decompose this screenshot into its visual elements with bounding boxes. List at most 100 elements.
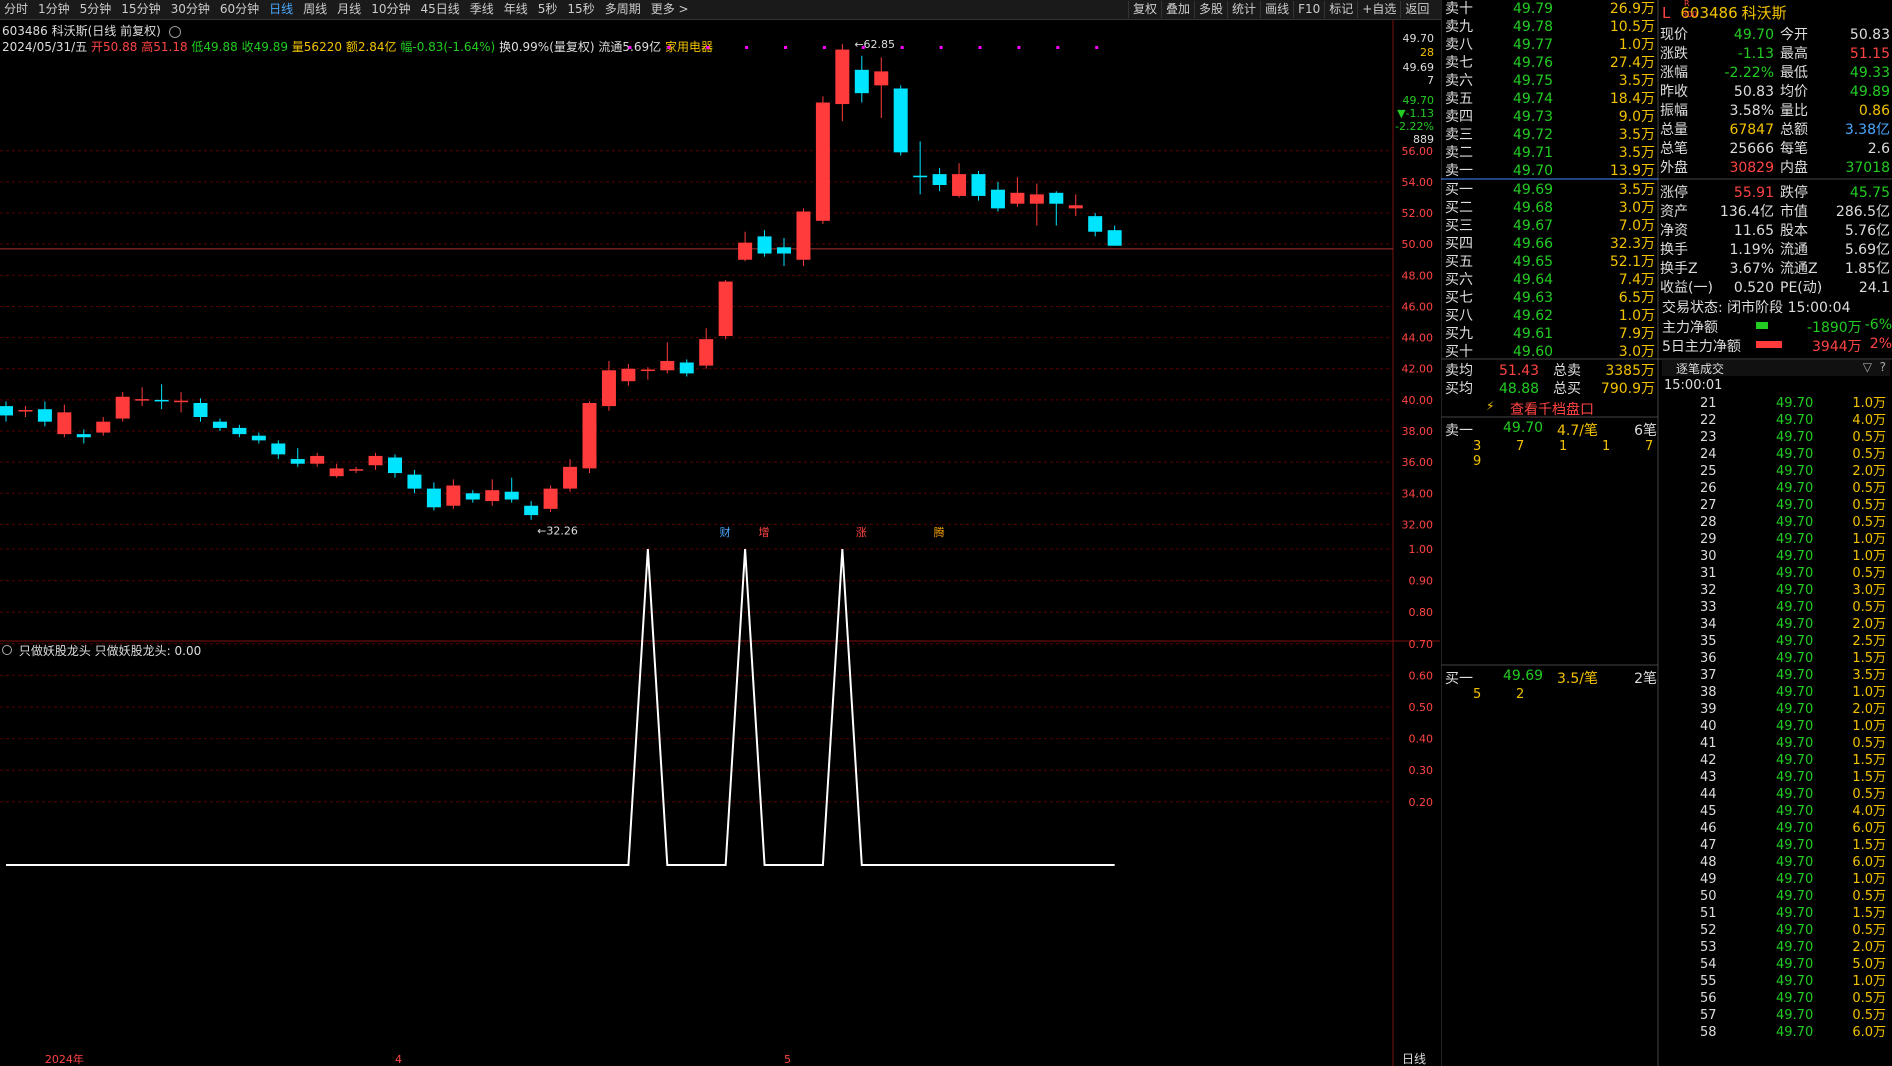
candle-body [893, 88, 908, 153]
candle-body [1029, 194, 1044, 204]
ask-row: 卖六 49.75 3.5万 [1445, 72, 1655, 90]
candle-body [426, 488, 441, 508]
bid-label: 买四 [1445, 236, 1473, 252]
price-tick-label: 42.00 [1402, 363, 1434, 376]
candle-body [232, 427, 247, 435]
tick-seq: 32 [1700, 583, 1717, 598]
tick-volume: 2.0万 [1852, 617, 1886, 632]
candle-body [290, 459, 305, 464]
period-tab[interactable]: 5秒 [538, 2, 558, 17]
tool-button[interactable]: 多股 [1194, 1, 1227, 18]
tick-price: 49.70 [1776, 906, 1814, 921]
tick-volume: 2.0万 [1852, 940, 1886, 955]
tool-button[interactable]: 复权 [1128, 1, 1161, 18]
stats-label: 市值 [1780, 204, 1808, 220]
tool-button[interactable]: 标记 [1324, 1, 1357, 18]
stats-row: 涨幅 -2.22% 最低 49.33 [1660, 64, 1892, 82]
tick-seq: 24 [1700, 447, 1717, 462]
tool-button[interactable]: 统计 [1227, 1, 1260, 18]
tick-seq: 45 [1700, 804, 1717, 819]
candle-body [504, 491, 519, 500]
stats-label: 总额 [1780, 122, 1808, 138]
tick-seq: 26 [1700, 481, 1717, 496]
period-tab[interactable]: 5分钟 [80, 2, 112, 17]
bid-row: 买四 49.66 32.3万 [1445, 235, 1655, 253]
bid-price: 49.61 [1513, 326, 1554, 342]
indicator-tick-label: 0.40 [1409, 733, 1434, 746]
tick-seq: 27 [1700, 498, 1717, 513]
stats-row: 净资 11.65 股本 5.76亿 [1660, 222, 1892, 240]
stats-value: 1.85亿 [1844, 261, 1890, 277]
price-tick-label: 38.00 [1402, 425, 1434, 438]
period-tab[interactable]: 60分钟 [220, 2, 259, 17]
ask-price: 49.78 [1513, 19, 1554, 35]
bid-price: 49.68 [1513, 200, 1554, 216]
tick-list-header: 逐笔成交 ▽? [1662, 360, 1890, 376]
stats-label: 资产 [1660, 204, 1688, 220]
candle-body [174, 400, 189, 403]
period-tab[interactable]: 周线 [303, 2, 327, 17]
stats-label: 内盘 [1780, 160, 1808, 176]
tool-button[interactable]: F10 [1293, 1, 1324, 18]
period-tab[interactable]: 10分钟 [371, 2, 410, 17]
stats-value: 11.65 [1733, 223, 1774, 239]
tick-seq: 57 [1700, 1008, 1717, 1023]
period-tab[interactable]: 45日线 [420, 2, 459, 17]
tick-price: 49.70 [1776, 685, 1814, 700]
candle-body [718, 281, 733, 337]
buy-queue-label: 买一 [1445, 671, 1473, 687]
tick-price: 49.70 [1776, 498, 1814, 513]
help-icon[interactable]: ? [1880, 360, 1886, 374]
period-tab[interactable]: 年线 [504, 2, 528, 17]
tool-button[interactable]: 返回 [1400, 1, 1433, 18]
bid-volume: 3.5万 [1618, 182, 1655, 198]
candle-body [563, 466, 578, 489]
ask-row: 卖三 49.72 3.5万 [1445, 126, 1655, 144]
bid-row: 买三 49.67 7.0万 [1445, 217, 1655, 235]
tick-volume: 0.5万 [1852, 736, 1886, 751]
kline-svg[interactable]: 56.00 54.00 52.00 50.00 48.00 46.00 44.00 42.00… [0, 20, 1440, 1066]
tick-row: 44 49.70 0.5万 [1660, 786, 1892, 803]
period-tab[interactable]: 更多 > [651, 2, 689, 17]
tick-volume: 1.0万 [1852, 872, 1886, 887]
bid-price: 49.64 [1513, 272, 1554, 288]
kline-chart-area[interactable]: 603486 科沃斯(日线 前复权) 2024/05/31/五 开50.88 高… [0, 20, 1440, 1066]
tick-row: 39 49.70 2.0万 [1660, 701, 1892, 718]
period-tab[interactable]: 15秒 [567, 2, 594, 17]
tool-button[interactable]: 叠加 [1161, 1, 1194, 18]
candle-body [271, 443, 286, 455]
tick-seq: 36 [1700, 651, 1717, 666]
bid-row: 买一 49.69 3.5万 [1445, 181, 1655, 199]
price-axis-top-label: -2.22% [1395, 120, 1434, 133]
bid-volume: 7.9万 [1618, 326, 1655, 342]
ask-label: 卖一 [1445, 163, 1473, 179]
view-1000-levels-button[interactable]: 查看千档盘口 [1510, 399, 1594, 419]
price-tick-label: 56.00 [1402, 145, 1434, 158]
ask-label: 卖二 [1445, 145, 1473, 161]
stats-label: 股本 [1780, 223, 1808, 239]
flow5-bar [1756, 341, 1782, 348]
tick-price: 49.70 [1776, 855, 1814, 870]
tick-price: 49.70 [1776, 515, 1814, 530]
period-tab[interactable]: 15分钟 [121, 2, 160, 17]
stats-label: 跌停 [1780, 185, 1808, 201]
tool-button[interactable]: 画线 [1260, 1, 1293, 18]
bid-row: 买八 49.62 1.0万 [1445, 307, 1655, 325]
period-tab[interactable]: 分时 [4, 2, 28, 17]
indicator-toggle-icon[interactable] [2, 645, 12, 655]
stats-row: 资产 136.4亿 市值 286.5亿 [1660, 203, 1892, 221]
period-tab[interactable]: 季线 [470, 2, 494, 17]
ask-volume: 10.5万 [1609, 19, 1655, 35]
period-tab[interactable]: 月线 [337, 2, 361, 17]
flow5-value: 3944万 [1812, 339, 1862, 355]
period-tab[interactable]: 30分钟 [171, 2, 210, 17]
tool-button[interactable]: +自选 [1357, 1, 1400, 18]
period-tab[interactable]: 1分钟 [38, 2, 70, 17]
stats-row: 总笔 25666 每笔 2.6 [1660, 140, 1892, 158]
tick-row: 38 49.70 1.0万 [1660, 684, 1892, 701]
tick-price: 49.70 [1776, 821, 1814, 836]
period-tab[interactable]: 多周期 [605, 2, 641, 17]
period-tab[interactable]: 日线 [269, 2, 293, 17]
stats-value: 0.86 [1858, 103, 1890, 119]
filter-icon[interactable]: ▽ [1863, 360, 1872, 374]
